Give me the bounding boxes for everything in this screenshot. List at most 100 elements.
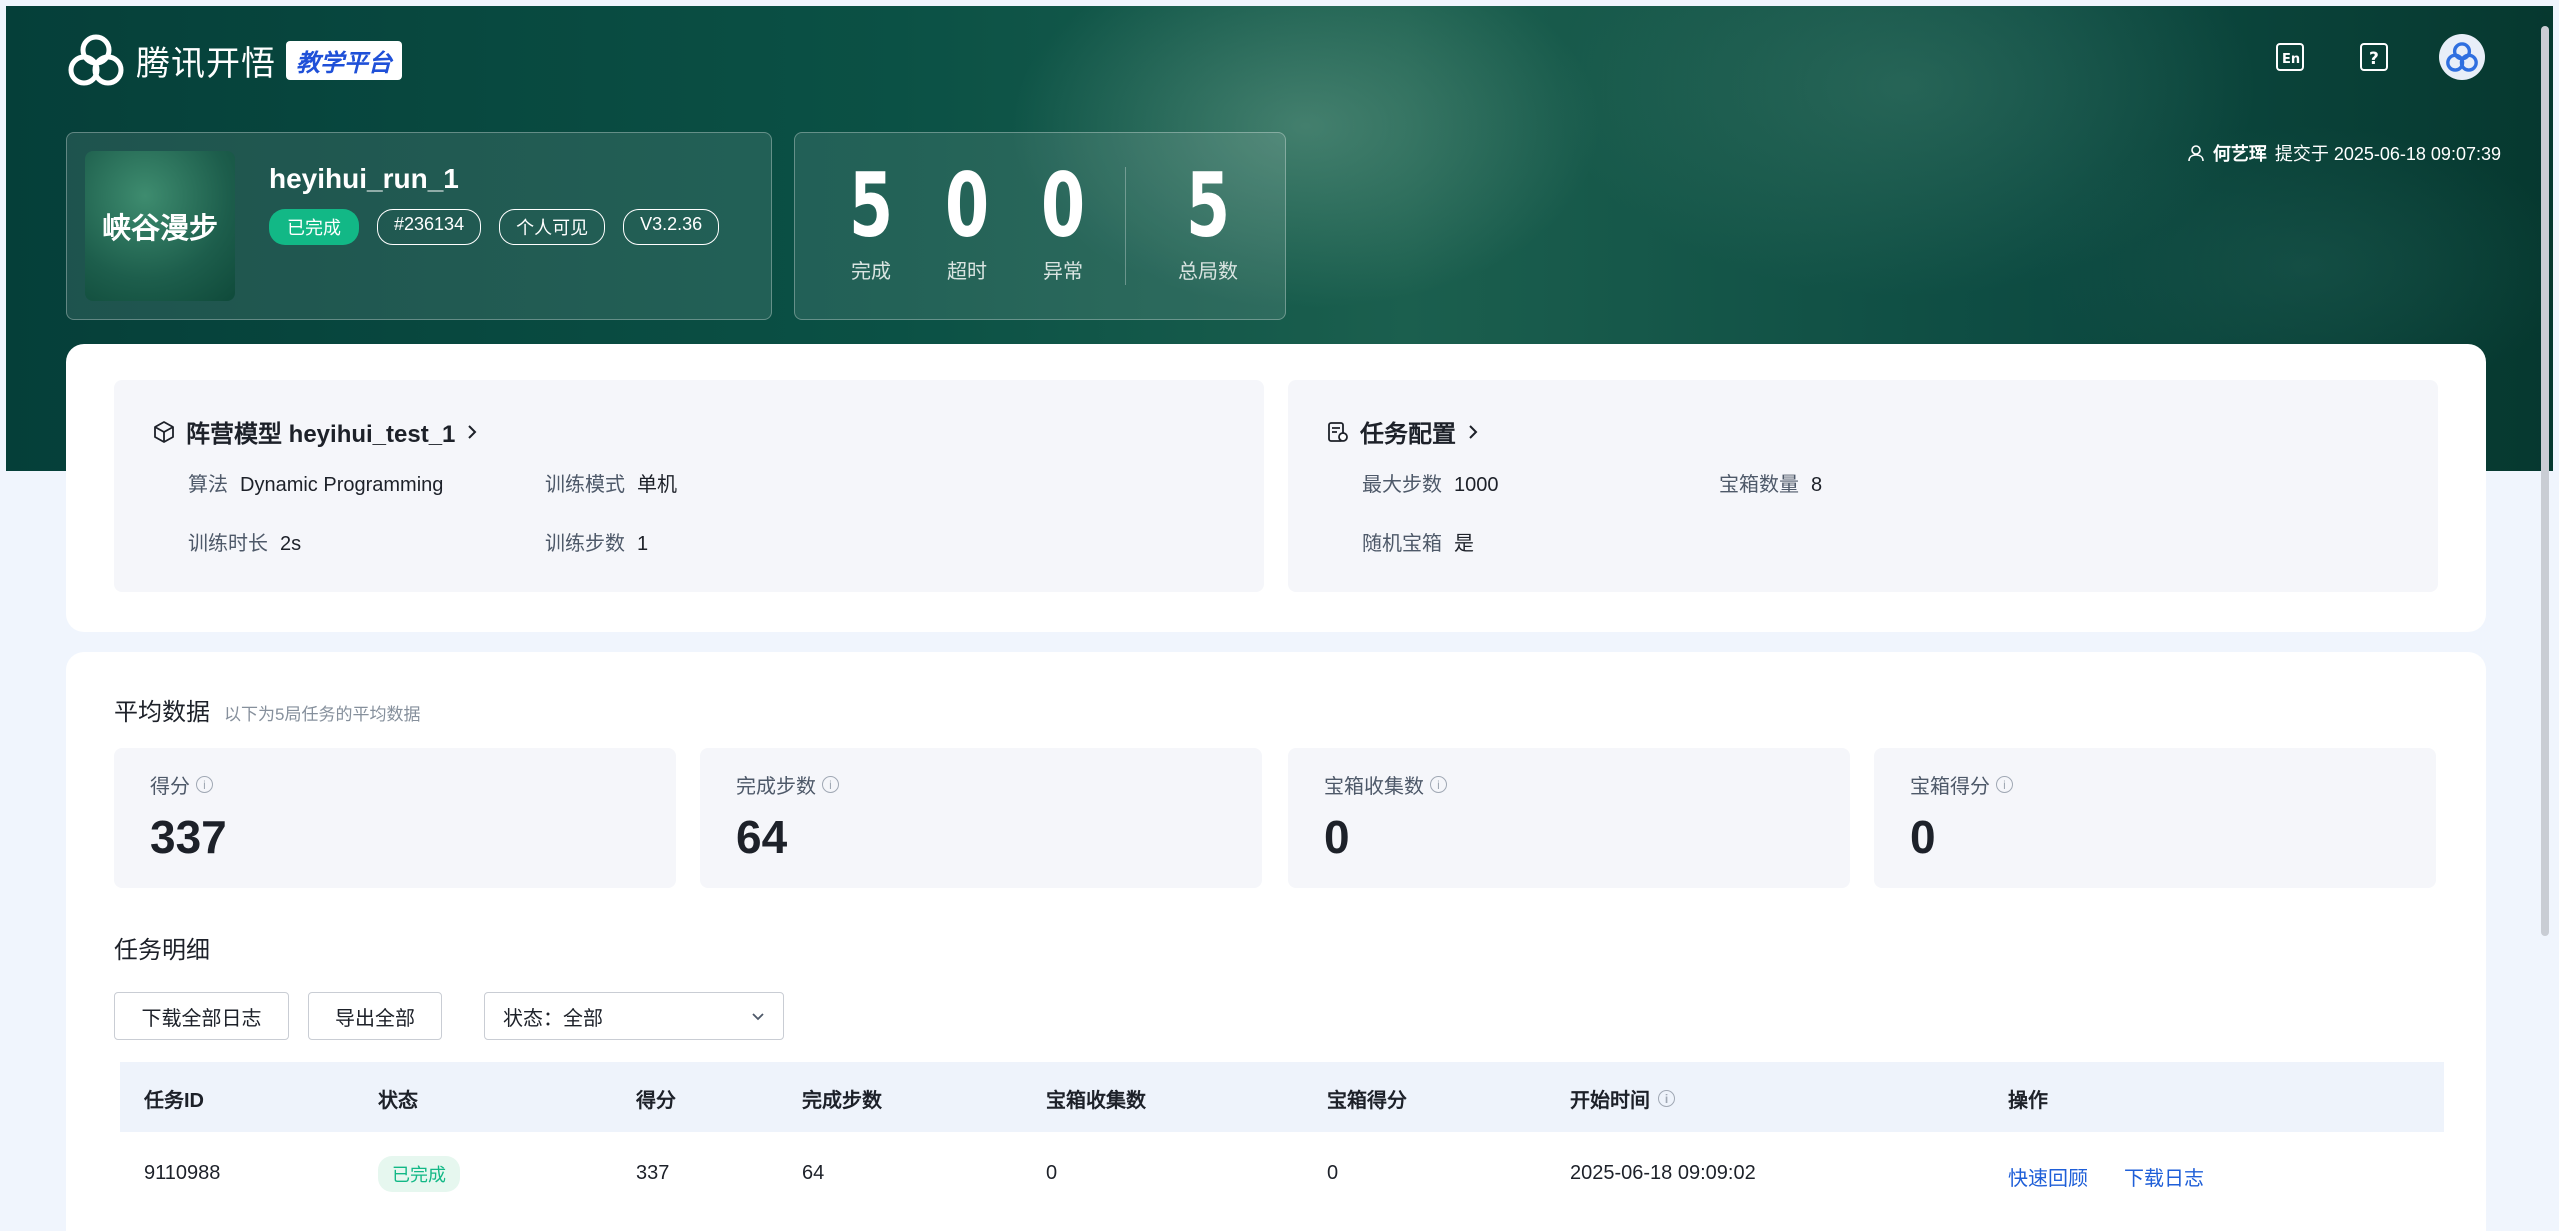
chevron-down-icon	[752, 1013, 764, 1021]
stat-total: 5 总局数	[1163, 161, 1253, 284]
app-frame: 腾讯开悟 教学平台 En ? 峡谷漫步 heyihui_run_1 已完成 #2…	[6, 6, 2553, 1231]
quick-review-link[interactable]: 快速回顾	[2008, 1162, 2088, 1191]
col-task-id: 任务ID	[144, 1090, 204, 1112]
top-icons: En ?	[2271, 34, 2485, 80]
avg-value: 64	[736, 811, 788, 863]
cell-start-time: 2025-06-18 09:09:02	[1570, 1162, 1756, 1184]
stat-divider	[1125, 167, 1126, 285]
config-item: 随机宝箱是	[1362, 533, 1474, 555]
stat-value: 0	[1040, 154, 1086, 257]
averages-subtitle: 以下为5局任务的平均数据	[224, 705, 421, 724]
col-status: 状态	[378, 1090, 418, 1112]
model-config-card: 阵营模型 heyihui_test_1 算法 Dynamic Programmin…	[114, 380, 1264, 592]
task-table-header: 任务ID 状态 得分 完成步数 宝箱收集数 宝箱得分 开始时间 i 操作	[120, 1062, 2444, 1132]
avg-card-score: 得分 i 337	[114, 748, 676, 888]
col-start-time: 开始时间 i	[1570, 1084, 1675, 1113]
kaiwu-logo-icon	[68, 34, 124, 86]
stat-completed: 5 完成	[831, 161, 911, 284]
info-icon[interactable]: i	[1658, 1090, 1675, 1107]
brand-name: 腾讯开悟	[136, 44, 276, 83]
avg-value: 0	[1324, 811, 1350, 863]
cell-score: 337	[636, 1162, 670, 1184]
version-badge: V3.2.36	[623, 209, 720, 245]
run-summary-card: 峡谷漫步 heyihui_run_1 已完成 #236134 个人可见 V3.2…	[66, 132, 772, 320]
cell-steps: 64	[802, 1162, 825, 1184]
info-icon[interactable]: i	[1996, 776, 2013, 793]
status-filter-select[interactable]: 状态： 全部	[484, 992, 784, 1040]
model-config-link[interactable]: 阵营模型 heyihui_test_1	[152, 414, 479, 449]
run-status-badge: 已完成	[269, 209, 359, 245]
cube-icon	[154, 420, 174, 443]
download-all-logs-button[interactable]: 下载全部日志	[114, 992, 289, 1040]
stat-error: 0 异常	[1023, 161, 1103, 284]
stat-label: 总局数	[1178, 261, 1238, 283]
avg-label: 得分 i	[150, 770, 213, 799]
download-log-link[interactable]: 下载日志	[2124, 1162, 2204, 1191]
cell-status-badge: 已完成	[378, 1156, 460, 1192]
brand-logo[interactable]: 腾讯开悟 教学平台	[66, 30, 402, 90]
tasks-heading: 任务明细	[114, 937, 210, 964]
config-item: 最大步数 1000	[1362, 474, 1499, 496]
brand-tag: 教学平台	[286, 40, 402, 80]
config-item: 训练步数 1	[545, 533, 649, 555]
stat-label: 完成	[851, 261, 891, 283]
col-score: 得分	[636, 1090, 676, 1112]
config-item: 宝箱数量 8	[1719, 474, 1823, 496]
col-chests: 宝箱收集数	[1046, 1090, 1146, 1112]
filter-value: 全部	[563, 1007, 603, 1030]
task-config-link[interactable]: 任务配置	[1326, 414, 1480, 449]
col-steps: 完成步数	[802, 1090, 882, 1112]
stat-value: 5	[848, 154, 894, 257]
run-tags: 已完成 #236134 个人可见 V3.2.36	[269, 209, 720, 245]
info-icon[interactable]: i	[1430, 776, 1447, 793]
map-name: 峡谷漫步	[101, 213, 218, 245]
cell-chest-score: 0	[1327, 1162, 1339, 1184]
user-avatar-icon[interactable]	[2439, 34, 2485, 80]
col-chest-score: 宝箱得分	[1327, 1090, 1407, 1112]
map-thumbnail: 峡谷漫步	[85, 151, 235, 301]
svg-text:?: ?	[2369, 49, 2379, 69]
config-item: 训练时长 2s	[188, 533, 302, 555]
user-icon	[2188, 145, 2204, 162]
task-config-card: 任务配置 最大步数 1000 宝箱数量 8 随机宝箱是	[1288, 380, 2438, 592]
avg-card-chest-score: 宝箱得分 i 0	[1874, 748, 2436, 888]
stat-value: 0	[944, 154, 990, 257]
col-actions: 操作	[2008, 1090, 2048, 1112]
task-config-icon	[1328, 421, 1348, 442]
config-panel: 阵营模型 heyihui_test_1 算法 Dynamic Programmin…	[66, 344, 2486, 632]
avg-label: 完成步数 i	[736, 770, 839, 799]
cell-task-id: 9110988	[144, 1162, 221, 1184]
info-icon[interactable]: i	[822, 776, 839, 793]
episode-stats-card: 5 完成 0 超时 0 异常 5 总局数	[794, 132, 1286, 320]
filter-label: 状态：	[503, 1007, 563, 1030]
config-item: 算法 Dynamic Programming	[188, 474, 444, 496]
avg-label: 宝箱得分 i	[1910, 770, 2013, 799]
info-icon[interactable]: i	[196, 776, 213, 793]
run-id-badge: #236134	[377, 209, 482, 245]
results-panel: 平均数据 以下为5局任务的平均数据 得分 i 337 完成步数 i 64 宝箱收集数 i…	[66, 652, 2486, 1231]
export-all-button[interactable]: 导出全部	[308, 992, 442, 1040]
avg-card-chests: 宝箱收集数 i 0	[1288, 748, 1850, 888]
language-en-icon[interactable]: En	[2271, 38, 2309, 76]
stat-label: 超时	[947, 261, 987, 283]
config-item: 训练模式 单机	[545, 474, 677, 496]
avg-value: 337	[150, 811, 227, 863]
help-icon[interactable]: ?	[2355, 38, 2393, 76]
task-config-items: 最大步数 1000 宝箱数量 8 随机宝箱是	[1362, 468, 2422, 556]
chevron-right-icon	[1469, 424, 1478, 439]
svg-text:En: En	[2282, 52, 2300, 67]
stat-value: 5	[1185, 154, 1231, 257]
submit-time: 提交于 2025-06-18 09:07:39	[2274, 144, 2501, 164]
task-config-title: 任务配置	[1360, 421, 1456, 448]
submitter-name: 何艺珲	[2212, 144, 2267, 164]
page-scrollbar[interactable]	[2541, 26, 2549, 936]
chevron-right-icon	[468, 424, 477, 439]
avg-label: 宝箱收集数 i	[1324, 770, 1447, 799]
stat-timeout: 0 超时	[927, 161, 1007, 284]
avg-card-steps: 完成步数 i 64	[700, 748, 1262, 888]
cell-chests: 0	[1046, 1162, 1058, 1184]
stat-label: 异常	[1043, 261, 1083, 283]
averages-heading: 平均数据 以下为5局任务的平均数据	[114, 699, 421, 726]
run-name: heyihui_run_1	[269, 163, 459, 194]
model-config-items: 算法 Dynamic Programming 训练模式 单机 训练时长 2s 训练步数…	[188, 468, 1248, 556]
